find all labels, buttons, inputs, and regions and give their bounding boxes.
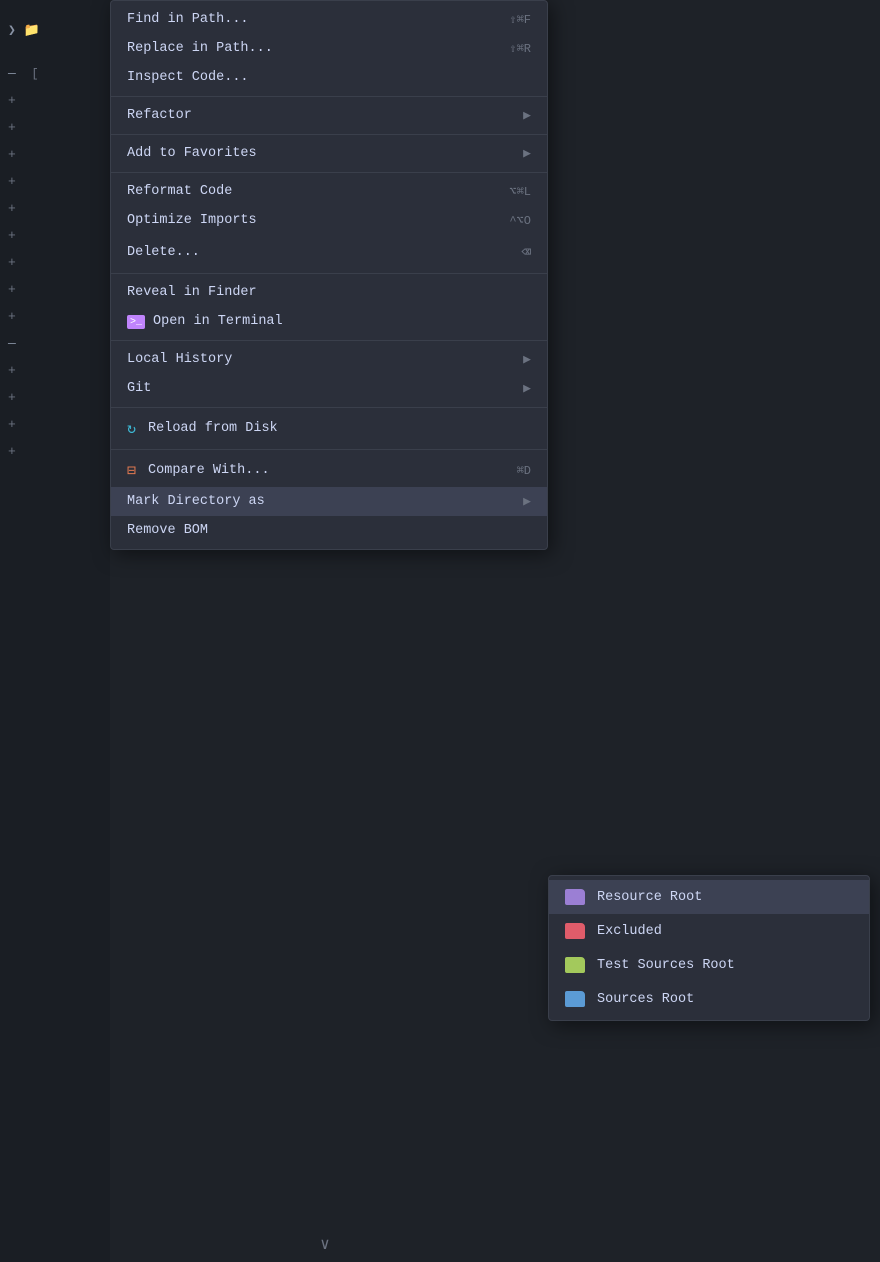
separator bbox=[111, 273, 547, 274]
menu-item-label: Reveal in Finder bbox=[127, 285, 257, 300]
sidebar-row: + bbox=[0, 114, 110, 141]
sidebar-row: + bbox=[0, 195, 110, 222]
menu-shortcut: ⇧⌘F bbox=[509, 12, 531, 27]
menu-item-label: Local History bbox=[127, 352, 232, 367]
menu-item-mark-directory-as[interactable]: Mark Directory as ▶ bbox=[111, 487, 547, 516]
separator bbox=[111, 134, 547, 135]
sidebar-tree: — [ + + + + + + + + + — + + + + bbox=[0, 60, 110, 465]
sidebar-row: + bbox=[0, 222, 110, 249]
menu-item-label: Inspect Code... bbox=[127, 70, 249, 85]
menu-shortcut: ⌥⌘L bbox=[509, 184, 531, 199]
chevron-icon: ❯ bbox=[8, 23, 16, 38]
submenu-arrow-icon: ▶ bbox=[523, 381, 531, 396]
menu-item-label: Find in Path... bbox=[127, 12, 249, 27]
submenu-item-label: Sources Root bbox=[597, 992, 694, 1007]
sidebar-row: + bbox=[0, 303, 110, 330]
terminal-icon: >_ bbox=[127, 315, 145, 329]
menu-item-label: Git bbox=[127, 381, 151, 396]
sidebar-row: + bbox=[0, 249, 110, 276]
submenu-item-excluded[interactable]: Excluded bbox=[549, 914, 869, 948]
separator bbox=[111, 449, 547, 450]
sidebar-row: + bbox=[0, 87, 110, 114]
menu-item-label: Add to Favorites bbox=[127, 146, 257, 161]
scroll-down-indicator[interactable]: ∨ bbox=[320, 1234, 330, 1254]
menu-item-label: ↻ Reload from Disk bbox=[127, 419, 278, 438]
submenu-item-resource-root[interactable]: Resource Root bbox=[549, 880, 869, 914]
separator bbox=[111, 340, 547, 341]
menu-item-find-in-path[interactable]: Find in Path... ⇧⌘F bbox=[111, 5, 547, 34]
menu-item-reload-from-disk[interactable]: ↻ Reload from Disk bbox=[111, 412, 547, 445]
folder-icon: 📁 bbox=[24, 23, 40, 38]
folder-purple-icon bbox=[565, 889, 585, 905]
menu-item-label: Delete... bbox=[127, 245, 200, 260]
submenu-arrow-icon: ▶ bbox=[523, 494, 531, 509]
submenu-item-label: Test Sources Root bbox=[597, 958, 735, 973]
menu-item-label: Replace in Path... bbox=[127, 41, 273, 56]
submenu-item-label: Excluded bbox=[597, 924, 662, 939]
sidebar-row: + bbox=[0, 438, 110, 465]
menu-item-label: Reformat Code bbox=[127, 184, 232, 199]
menu-item-label: Mark Directory as bbox=[127, 494, 265, 509]
menu-item-label: Optimize Imports bbox=[127, 213, 257, 228]
menu-item-refactor[interactable]: Refactor ▶ bbox=[111, 101, 547, 130]
menu-shortcut: ^⌥O bbox=[509, 213, 531, 228]
sidebar-row: + bbox=[0, 411, 110, 438]
menu-item-replace-in-path[interactable]: Replace in Path... ⇧⌘R bbox=[111, 34, 547, 63]
menu-shortcut: ⌫ bbox=[521, 242, 531, 262]
menu-item-delete[interactable]: Delete... ⌫ bbox=[111, 235, 547, 269]
separator bbox=[111, 407, 547, 408]
sidebar-row: + bbox=[0, 141, 110, 168]
menu-shortcut: ⌘D bbox=[517, 463, 531, 478]
reload-icon: ↻ bbox=[127, 419, 136, 438]
menu-item-local-history[interactable]: Local History ▶ bbox=[111, 345, 547, 374]
menu-item-label: Refactor bbox=[127, 108, 192, 123]
menu-item-git[interactable]: Git ▶ bbox=[111, 374, 547, 403]
sidebar-row: + bbox=[0, 276, 110, 303]
context-menu: Find in Path... ⇧⌘F Replace in Path... ⇧… bbox=[110, 0, 548, 550]
menu-item-label: ⊟ Compare With... bbox=[127, 461, 270, 480]
submenu-item-sources-root[interactable]: Sources Root bbox=[549, 982, 869, 1016]
folder-red-icon bbox=[565, 923, 585, 939]
submenu-arrow-icon: ▶ bbox=[523, 352, 531, 367]
separator bbox=[111, 96, 547, 97]
mark-directory-submenu: Resource Root Excluded Test Sources Root… bbox=[548, 875, 870, 1021]
menu-item-add-to-favorites[interactable]: Add to Favorites ▶ bbox=[111, 139, 547, 168]
sidebar-row: + bbox=[0, 384, 110, 411]
submenu-item-test-sources-root[interactable]: Test Sources Root bbox=[549, 948, 869, 982]
top-bar: ❯ 📁 bbox=[0, 0, 110, 60]
menu-item-optimize-imports[interactable]: Optimize Imports ^⌥O bbox=[111, 206, 547, 235]
sidebar-row: + bbox=[0, 168, 110, 195]
folder-blue-icon bbox=[565, 991, 585, 1007]
separator bbox=[111, 172, 547, 173]
menu-item-reveal-in-finder[interactable]: Reveal in Finder bbox=[111, 278, 547, 307]
menu-item-remove-bom[interactable]: Remove BOM bbox=[111, 516, 547, 545]
menu-item-open-in-terminal[interactable]: >_ Open in Terminal bbox=[111, 307, 547, 336]
submenu-arrow-icon: ▶ bbox=[523, 146, 531, 161]
menu-item-inspect-code[interactable]: Inspect Code... bbox=[111, 63, 547, 92]
compare-icon: ⊟ bbox=[127, 461, 136, 480]
sidebar-row: + bbox=[0, 357, 110, 384]
submenu-arrow-icon: ▶ bbox=[523, 108, 531, 123]
folder-green-icon bbox=[565, 957, 585, 973]
menu-item-label: Remove BOM bbox=[127, 523, 208, 538]
sidebar-row: — [ bbox=[0, 60, 110, 87]
menu-item-label: >_ Open in Terminal bbox=[127, 314, 283, 329]
menu-shortcut: ⇧⌘R bbox=[509, 41, 531, 56]
submenu-item-label: Resource Root bbox=[597, 890, 702, 905]
menu-item-reformat-code[interactable]: Reformat Code ⌥⌘L bbox=[111, 177, 547, 206]
sidebar-row: — bbox=[0, 330, 110, 357]
menu-item-compare-with[interactable]: ⊟ Compare With... ⌘D bbox=[111, 454, 547, 487]
